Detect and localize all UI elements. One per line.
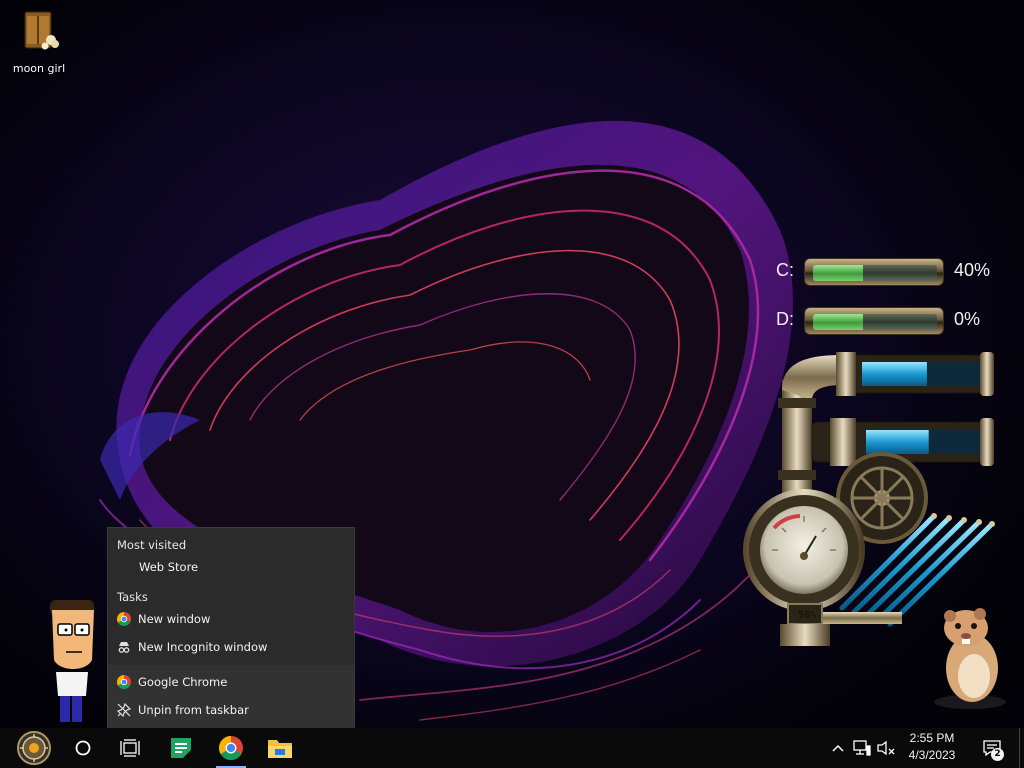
file-explorer-icon — [268, 740, 292, 758]
taskbar-file-explorer-app[interactable] — [257, 728, 303, 768]
jumplist-item-new-window[interactable]: New window — [108, 606, 354, 632]
tasks-header: Tasks — [117, 590, 148, 604]
unpin-icon — [116, 702, 132, 718]
taskbar-chrome-app[interactable] — [208, 728, 254, 768]
task-view-button[interactable] — [107, 728, 153, 768]
drive-tube — [804, 307, 944, 335]
tray-volume-button[interactable] — [874, 728, 898, 768]
drive-percent: 0% — [954, 309, 981, 329]
tray-network-button[interactable] — [850, 728, 874, 768]
cortana-button[interactable] — [60, 728, 106, 768]
taskbar-clock[interactable]: 2:55 PM 4/3/2023 — [900, 730, 964, 766]
jumplist-item-google-chrome[interactable]: Google Chrome — [108, 669, 354, 695]
drive-tube — [804, 258, 944, 286]
chrome-icon — [116, 611, 132, 627]
cartoon-man-gadget — [50, 600, 94, 722]
jumplist-item-label: Web Store — [139, 560, 199, 574]
drive-c-fill — [813, 265, 863, 281]
tray-overflow-button[interactable] — [826, 728, 850, 768]
jumplist-item-label: Google Chrome — [138, 675, 228, 689]
most-visited-header: Most visited — [117, 538, 187, 552]
task-view-icon — [120, 739, 140, 757]
chevron-up-icon — [832, 744, 844, 752]
desktop-icon-moon-girl[interactable]: moon girl — [8, 6, 70, 75]
jumplist-item-label: New window — [138, 612, 211, 626]
volume-muted-icon — [877, 740, 895, 756]
network-icon — [853, 740, 871, 756]
chrome-icon — [219, 736, 243, 760]
jumplist-item-new-incognito-window[interactable]: New Incognito window — [108, 634, 354, 660]
chrome-icon — [116, 674, 132, 690]
start-gear-icon — [17, 731, 51, 765]
chrome-jump-list: Most visited Web Store Tasks New window … — [107, 527, 355, 729]
drive-percent: 40% — [954, 260, 991, 280]
jumplist-item-unpin[interactable]: Unpin from taskbar — [108, 697, 354, 723]
cortana-circle-icon — [75, 740, 91, 756]
notification-count-badge: 2 — [991, 748, 1004, 761]
taskbar-sheets-app[interactable] — [158, 728, 204, 768]
drive-letter: D: — [776, 309, 794, 329]
hamster-gadget — [934, 608, 1006, 709]
drive-c-meter: C: 40% — [776, 256, 1006, 290]
incognito-icon — [116, 639, 132, 655]
gauge-percent-readout: 58% — [797, 610, 817, 621]
steampunk-system-gadget — [743, 352, 995, 646]
action-center-button[interactable]: 2 — [972, 728, 1012, 768]
jumplist-item-web-store[interactable]: Web Store — [108, 554, 354, 580]
show-desktop-button[interactable] — [1019, 728, 1024, 768]
chest-icon — [24, 11, 59, 50]
jumplist-item-label: Unpin from taskbar — [138, 703, 249, 717]
desktop-icon-label: moon girl — [12, 62, 66, 75]
clock-time: 2:55 PM — [909, 731, 955, 745]
start-button[interactable] — [8, 728, 60, 768]
sheets-icon — [171, 738, 191, 758]
taskbar: 2:55 PM 4/3/2023 2 — [0, 728, 1024, 768]
clock-date: 4/3/2023 — [908, 748, 956, 762]
drive-d-meter: D: 0% — [776, 305, 1006, 339]
drive-d-fill — [813, 314, 863, 330]
drive-letter: C: — [776, 260, 794, 280]
jumplist-item-label: New Incognito window — [138, 640, 268, 654]
